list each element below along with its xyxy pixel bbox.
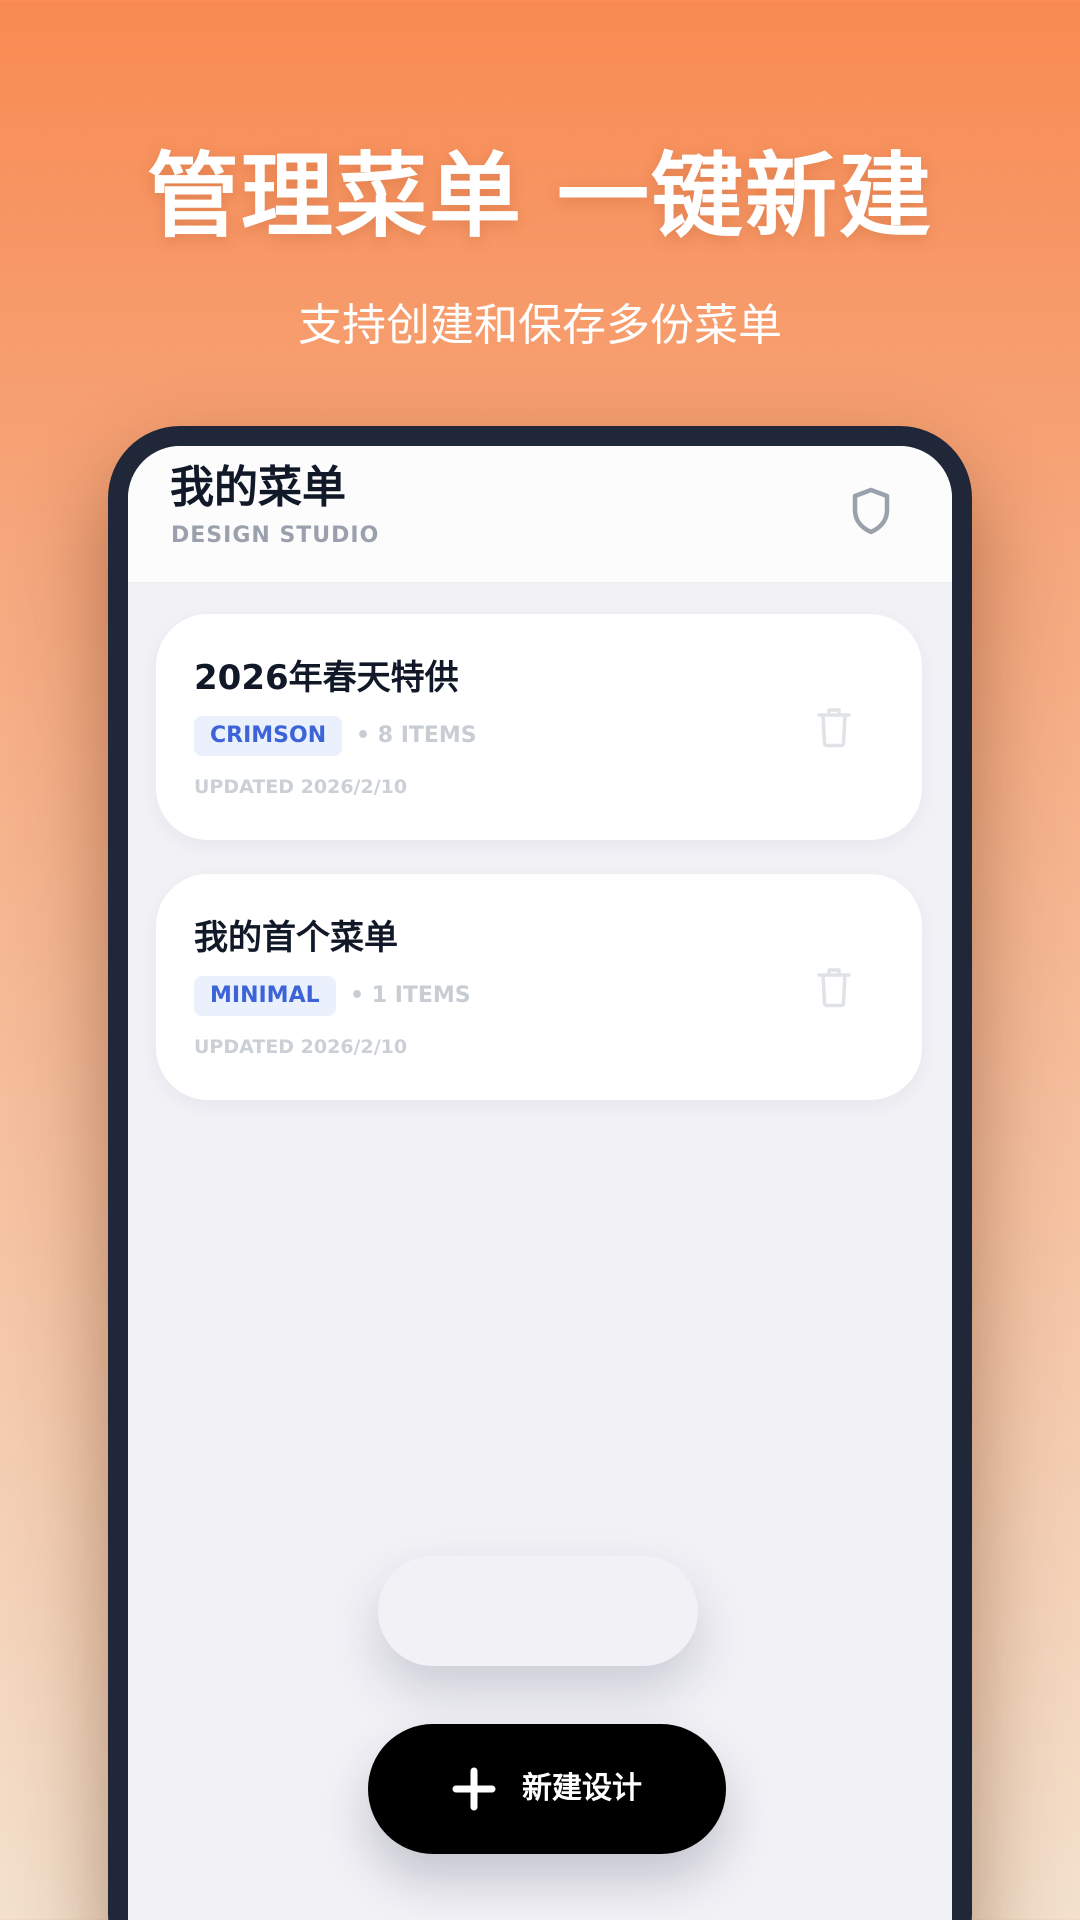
- updated-date: UPDATED 2026/2/10: [194, 1036, 408, 1058]
- fab-shadow: [378, 1556, 698, 1666]
- updated-date: UPDATED 2026/2/10: [194, 776, 408, 798]
- menu-card[interactable]: 2026年春天特供 CRIMSON • 8 ITEMS UPDATED 2026…: [156, 614, 922, 840]
- item-count: • 8 ITEMS: [356, 723, 477, 748]
- theme-tag: CRIMSON: [194, 716, 343, 756]
- shield-icon: [852, 487, 890, 535]
- page-subtitle: DESIGN STUDIO: [171, 523, 380, 548]
- app-header: 我的菜单 DESIGN STUDIO: [128, 446, 952, 583]
- phone-frame: 我的菜单 DESIGN STUDIO 2026年春天特供 CRIMSON • 8…: [108, 426, 972, 1920]
- menu-title: 我的首个菜单: [194, 918, 398, 958]
- theme-tag: MINIMAL: [194, 976, 336, 1016]
- menu-title: 2026年春天特供: [194, 658, 459, 698]
- item-count: • 1 ITEMS: [350, 983, 471, 1008]
- trash-icon: [817, 708, 851, 748]
- delete-menu-button[interactable]: [812, 702, 856, 752]
- new-design-label: 新建设计: [522, 1771, 642, 1806]
- plus-icon: [452, 1767, 496, 1811]
- shield-button[interactable]: [844, 484, 898, 538]
- trash-icon: [817, 968, 851, 1008]
- menu-card[interactable]: 我的首个菜单 MINIMAL • 1 ITEMS UPDATED 2026/2/…: [156, 874, 922, 1100]
- new-design-button[interactable]: 新建设计: [368, 1724, 726, 1854]
- hero-title: 管理菜单 一键新建: [146, 143, 934, 250]
- delete-menu-button[interactable]: [812, 962, 856, 1012]
- page-title: 我的菜单: [170, 462, 346, 513]
- hero-subtitle: 支持创建和保存多份菜单: [298, 300, 782, 351]
- phone-screen: 我的菜单 DESIGN STUDIO 2026年春天特供 CRIMSON • 8…: [128, 446, 952, 1920]
